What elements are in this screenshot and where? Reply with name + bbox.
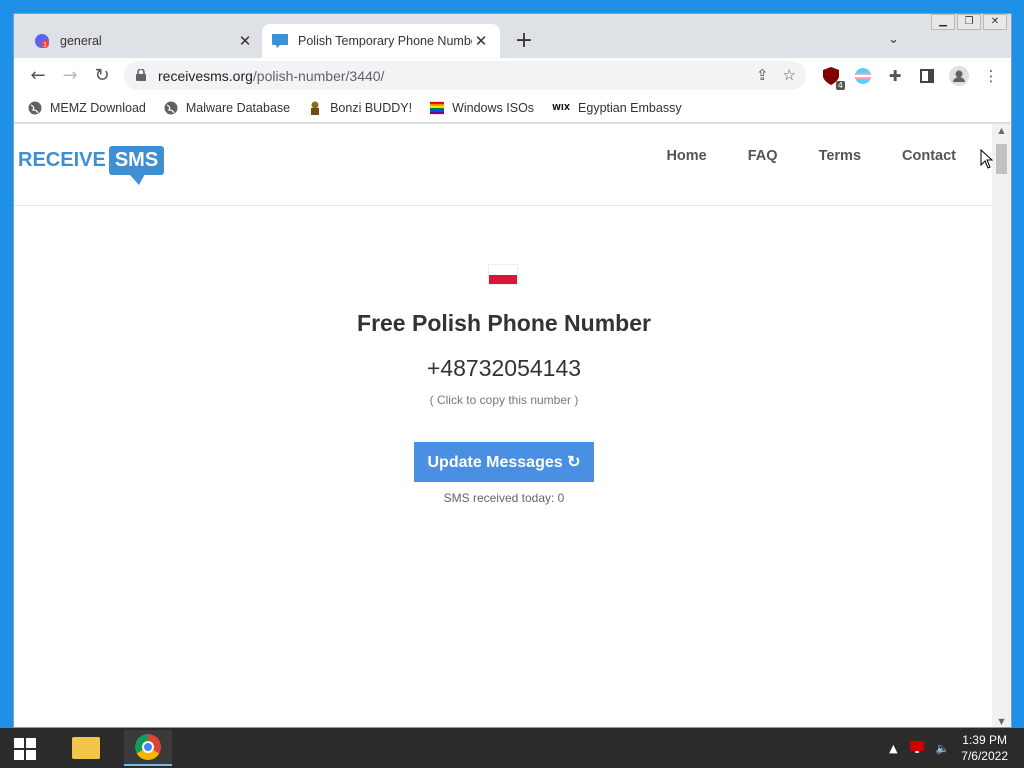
- tab-general[interactable]: 1 general ✕: [24, 24, 264, 58]
- sms-count-text: SMS received today: 0: [443, 491, 565, 505]
- share-icon[interactable]: ⇪: [756, 66, 769, 84]
- bookmark-star-icon[interactable]: ☆: [783, 66, 796, 84]
- clock-date: 7/6/2022: [961, 749, 1008, 763]
- clock-time: 1:39 PM: [962, 733, 1007, 747]
- file-explorer-icon[interactable]: [62, 730, 110, 766]
- back-arrow-icon[interactable]: ←: [22, 62, 54, 90]
- globe-icon: [164, 101, 178, 115]
- puzzle-extensions-icon[interactable]: ✚: [885, 66, 905, 86]
- browser-toolbar: ← → ↻ receivesms.org/polish-number/3440/…: [14, 58, 1011, 93]
- poland-flag-icon: [488, 264, 518, 285]
- reload-icon[interactable]: ↻: [86, 62, 118, 90]
- svg-text:1: 1: [43, 42, 47, 49]
- trans-flag-extension-icon[interactable]: [853, 66, 873, 86]
- tab-title: general: [60, 34, 102, 48]
- wix-logo-icon: WIX: [552, 103, 571, 112]
- scroll-up-icon[interactable]: ▲: [992, 126, 1011, 135]
- bookmark-label: Bonzi BUDDY!: [330, 100, 413, 115]
- taskbar-clock[interactable]: 1:39 PM 7/6/2022: [961, 732, 1008, 764]
- globe-icon: [28, 101, 42, 115]
- discord-favicon-icon: 1: [34, 33, 50, 49]
- windows-start-icon[interactable]: [14, 738, 36, 760]
- volume-icon[interactable]: 🔈: [936, 742, 950, 755]
- address-bar[interactable]: receivesms.org/polish-number/3440/ ⇪ ☆: [124, 61, 806, 90]
- bookmark-windows-isos[interactable]: Windows ISOs: [430, 101, 534, 115]
- extension-badge: 4: [835, 80, 845, 90]
- tab-close-icon[interactable]: ✕: [236, 32, 254, 50]
- copy-hint: ( Click to copy this number ): [429, 393, 579, 407]
- bookmark-malware-database[interactable]: Malware Database: [164, 101, 290, 115]
- bookmark-label: MEMZ Download: [50, 100, 146, 115]
- side-panel-icon[interactable]: [917, 66, 937, 86]
- system-tray: ▲ 🔈 1:39 PM 7/6/2022: [889, 728, 1008, 768]
- ublock-origin-icon[interactable]: 4: [821, 66, 845, 90]
- receive-sms-logo[interactable]: RECEIVE SMS: [18, 146, 165, 185]
- chrome-taskbar-icon[interactable]: [124, 730, 172, 766]
- page-scrollbar[interactable]: ▲ ▼: [992, 124, 1011, 727]
- tab-search-chevron-icon[interactable]: ⌄: [888, 32, 899, 47]
- tab-title: Polish Temporary Phone Number: [298, 34, 472, 48]
- url-host: receivesms.org: [158, 67, 253, 84]
- tray-chevron-icon[interactable]: ▲: [889, 742, 897, 755]
- bookmark-egyptian-embassy[interactable]: WIX Egyptian Embassy: [552, 101, 682, 115]
- web-page: RECEIVE SMS Home FAQ Terms Contact Free …: [14, 124, 994, 727]
- sms-favicon-icon: [272, 33, 288, 49]
- bookmark-label: Windows ISOs: [452, 100, 535, 115]
- bookmark-label: Malware Database: [185, 100, 291, 115]
- network-monitor-icon[interactable]: [909, 740, 924, 756]
- scroll-down-icon[interactable]: ▼: [992, 717, 1011, 726]
- tab-close-icon[interactable]: ✕: [472, 32, 490, 50]
- nav-home[interactable]: Home: [666, 148, 706, 164]
- url-path: /polish-number/3440/: [252, 67, 385, 84]
- browser-window: ▁ ❐ ✕ 1 general ✕ Polish Temporary Phone…: [13, 13, 1012, 728]
- site-nav: Home FAQ Terms Contact: [666, 148, 956, 164]
- kebab-menu-icon[interactable]: ⋮: [981, 66, 1001, 86]
- tab-polish-number[interactable]: Polish Temporary Phone Number ✕: [262, 24, 500, 58]
- nav-contact[interactable]: Contact: [902, 148, 956, 164]
- mouse-cursor-icon: [980, 149, 994, 169]
- page-title: Free Polish Phone Number: [357, 310, 651, 336]
- lock-icon: [136, 67, 148, 84]
- scrollbar-thumb[interactable]: [996, 144, 1007, 174]
- site-header: RECEIVE SMS Home FAQ Terms Contact: [14, 124, 994, 206]
- nav-faq[interactable]: FAQ: [748, 148, 778, 164]
- forward-arrow-icon[interactable]: →: [54, 62, 86, 90]
- taskbar: ▲ 🔈 1:39 PM 7/6/2022: [0, 728, 1024, 768]
- profile-avatar-icon[interactable]: [949, 65, 969, 86]
- phone-number[interactable]: +48732054143: [14, 355, 994, 382]
- rainbow-flag-icon: [430, 101, 445, 115]
- update-messages-button[interactable]: Update Messages ↻: [414, 442, 594, 482]
- bookmarks-bar: MEMZ Download Malware Database Bonzi BUD…: [14, 93, 1011, 123]
- extensions-area: 4 ✚ ⋮: [821, 58, 1001, 93]
- nav-terms[interactable]: Terms: [819, 148, 861, 164]
- logo-text-receive: RECEIVE: [18, 149, 106, 171]
- bonzi-icon: [308, 101, 322, 115]
- new-tab-button[interactable]: +: [512, 30, 536, 52]
- tab-strip: 1 general ✕ Polish Temporary Phone Numbe…: [14, 14, 1011, 58]
- bookmark-label: Egyptian Embassy: [578, 100, 682, 115]
- logo-text-sms: SMS: [108, 146, 165, 185]
- bookmark-memz[interactable]: MEMZ Download: [28, 101, 146, 115]
- bookmark-bonzi-buddy[interactable]: Bonzi BUDDY!: [308, 101, 412, 115]
